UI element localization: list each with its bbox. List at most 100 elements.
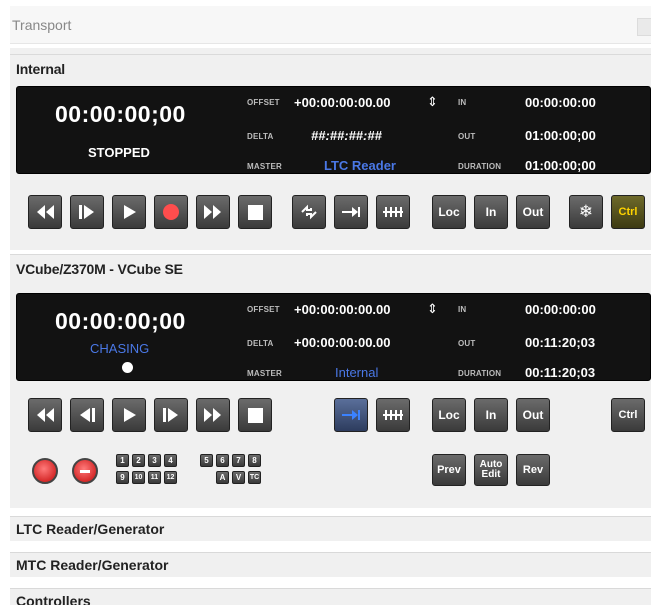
loc-button[interactable]: Loc bbox=[432, 398, 466, 432]
master-value[interactable]: LTC Reader bbox=[324, 158, 396, 173]
duration-value: 00:11:20;03 bbox=[525, 365, 596, 380]
internal-timecode: 00:00:00;00 bbox=[55, 101, 186, 127]
play-icon bbox=[124, 408, 136, 422]
offset-spin-icon[interactable]: ⇕ bbox=[427, 301, 438, 317]
timeline-button[interactable] bbox=[376, 195, 410, 229]
track-6-toggle[interactable]: 6 bbox=[216, 454, 229, 467]
out-label: OUT bbox=[458, 339, 476, 348]
prev-button[interactable]: Prev bbox=[432, 454, 466, 486]
internal-title: Internal bbox=[16, 61, 65, 77]
fast-forward-button[interactable] bbox=[196, 398, 230, 432]
play-button[interactable] bbox=[112, 195, 146, 229]
play-icon bbox=[124, 205, 136, 219]
rewind-icon bbox=[37, 205, 54, 219]
internal-status: STOPPED bbox=[88, 145, 150, 160]
mtc-section-title: MTC Reader/Generator bbox=[16, 557, 169, 573]
record-enable-button[interactable] bbox=[32, 458, 58, 484]
track-12-toggle[interactable]: 12 bbox=[164, 471, 177, 484]
out-label: OUT bbox=[458, 132, 476, 141]
stop-icon bbox=[247, 407, 263, 423]
rewind-button[interactable] bbox=[28, 195, 62, 229]
out-value: 01:00:00;00 bbox=[525, 128, 596, 143]
mtc-section-header[interactable]: MTC Reader/Generator bbox=[10, 552, 651, 577]
window-control-button[interactable] bbox=[637, 18, 651, 36]
stop-button[interactable] bbox=[238, 398, 272, 432]
rewind-button[interactable] bbox=[28, 398, 62, 432]
auto-edit-button[interactable]: Auto Edit bbox=[474, 454, 508, 486]
track-11-toggle[interactable]: 11 bbox=[148, 471, 161, 484]
track-7-toggle[interactable]: 7 bbox=[232, 454, 245, 467]
chase-icon bbox=[342, 207, 360, 217]
chase-button[interactable] bbox=[334, 398, 368, 432]
step-back-button[interactable] bbox=[70, 398, 104, 432]
in-label: IN bbox=[458, 98, 467, 107]
offset-value: +00:00:00:00.00 bbox=[294, 302, 391, 317]
record-icon bbox=[163, 204, 179, 220]
vcube-display: 00:00:00;00 CHASING OFFSET +00:00:00:00.… bbox=[16, 293, 651, 381]
audio-toggle[interactable]: A bbox=[216, 471, 229, 484]
controllers-section-header[interactable]: Controllers bbox=[10, 588, 651, 605]
internal-header[interactable]: Internal bbox=[10, 54, 651, 82]
chase-icon bbox=[342, 410, 360, 420]
track-3-toggle[interactable]: 3 bbox=[148, 454, 161, 467]
step-forward-button[interactable] bbox=[154, 398, 188, 432]
ruler-icon bbox=[383, 207, 403, 217]
window-titlebar: Transport bbox=[10, 6, 651, 44]
internal-display: 00:00:00;00 STOPPED OFFSET +00:00:00:00.… bbox=[16, 86, 651, 174]
ltc-section-title: LTC Reader/Generator bbox=[16, 521, 165, 537]
offset-spin-icon[interactable]: ⇕ bbox=[427, 94, 438, 110]
ctrl-button[interactable]: Ctrl bbox=[611, 398, 645, 432]
chase-button[interactable] bbox=[334, 195, 368, 229]
ruler-icon bbox=[383, 410, 403, 420]
record-disable-button[interactable] bbox=[72, 458, 98, 484]
duration-value: 01:00:00;00 bbox=[525, 158, 596, 173]
out-button[interactable]: Out bbox=[516, 398, 550, 432]
master-value[interactable]: Internal bbox=[335, 365, 378, 380]
in-button[interactable]: In bbox=[474, 398, 508, 432]
track-5-toggle[interactable]: 5 bbox=[200, 454, 213, 467]
ctrl-button[interactable]: Ctrl bbox=[611, 195, 645, 229]
duration-label: DURATION bbox=[458, 369, 502, 378]
delta-value: +00:00:00:00.00 bbox=[294, 335, 391, 350]
step-icon bbox=[79, 205, 94, 219]
rev-button[interactable]: Rev bbox=[516, 454, 550, 486]
track-8-toggle[interactable]: 8 bbox=[248, 454, 261, 467]
video-toggle[interactable]: V bbox=[232, 471, 245, 484]
stop-button[interactable] bbox=[238, 195, 272, 229]
controllers-section-title: Controllers bbox=[16, 593, 91, 605]
snowflake-icon: ❄ bbox=[578, 202, 594, 221]
master-label: MASTER bbox=[247, 369, 282, 378]
in-value: 00:00:00:00 bbox=[525, 95, 596, 110]
step-back-button[interactable] bbox=[70, 195, 104, 229]
play-button[interactable] bbox=[112, 398, 146, 432]
vcube-header[interactable]: VCube/Z370M - VCube SE bbox=[10, 254, 651, 282]
track-10-toggle[interactable]: 10 bbox=[132, 471, 145, 484]
in-label: IN bbox=[458, 305, 467, 314]
window-title: Transport bbox=[12, 17, 72, 33]
fast-forward-button[interactable] bbox=[196, 195, 230, 229]
track-1-toggle[interactable]: 1 bbox=[116, 454, 129, 467]
offset-label: OFFSET bbox=[247, 305, 280, 314]
loop-button[interactable] bbox=[292, 195, 326, 229]
loc-button[interactable]: Loc bbox=[432, 195, 466, 229]
master-label: MASTER bbox=[247, 162, 282, 171]
ltc-section-header[interactable]: LTC Reader/Generator bbox=[10, 516, 651, 541]
timeline-button[interactable] bbox=[376, 398, 410, 432]
track-9-toggle[interactable]: 9 bbox=[116, 471, 129, 484]
out-button[interactable]: Out bbox=[516, 195, 550, 229]
delta-value: ##:##:##:## bbox=[311, 128, 382, 143]
delta-label: DELTA bbox=[247, 339, 274, 348]
stop-icon bbox=[247, 204, 263, 220]
track-4-toggle[interactable]: 4 bbox=[164, 454, 177, 467]
timecode-toggle[interactable]: TC bbox=[248, 471, 261, 484]
record-button[interactable] bbox=[154, 195, 188, 229]
vcube-status: CHASING bbox=[90, 341, 150, 356]
freeze-button[interactable]: ❄ bbox=[569, 195, 603, 229]
chase-indicator bbox=[122, 362, 133, 373]
track-2-toggle[interactable]: 2 bbox=[132, 454, 145, 467]
offset-value: +00:00:00:00.00 bbox=[294, 95, 391, 110]
vcube-timecode: 00:00:00;00 bbox=[55, 308, 186, 334]
step-back-icon bbox=[80, 408, 95, 422]
out-value: 00:11:20;03 bbox=[525, 335, 596, 350]
in-button[interactable]: In bbox=[474, 195, 508, 229]
